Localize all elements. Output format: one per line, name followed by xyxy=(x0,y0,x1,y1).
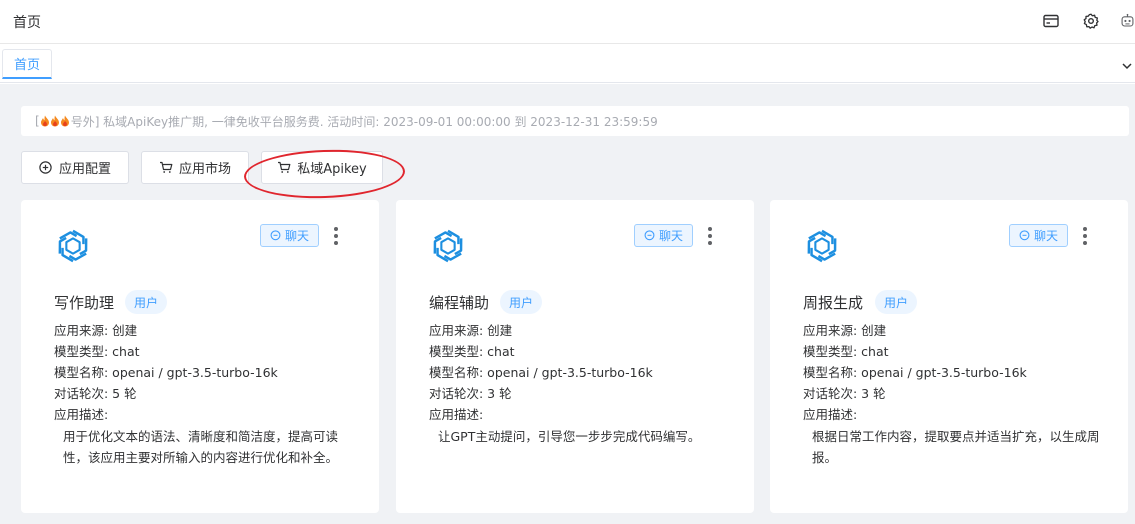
chevron-down-icon[interactable] xyxy=(1121,57,1133,70)
flame-icon xyxy=(60,115,69,127)
dialog-rounds: 对话轮次: 5 轮 xyxy=(54,386,137,401)
tab-label: 首页 xyxy=(14,58,41,73)
private-apikey-button[interactable]: 私域Apikey xyxy=(261,151,383,184)
app-info: 应用来源: 创建 模型类型: chat 模型名称: openai / gpt-3… xyxy=(429,320,653,425)
user-tag: 用户 xyxy=(500,290,543,314)
app-info: 应用来源: 创建 模型类型: chat 模型名称: openai / gpt-3… xyxy=(54,320,278,425)
user-tag: 用户 xyxy=(875,290,918,314)
chat-tag-label: 聊天 xyxy=(285,229,310,243)
openai-logo-icon xyxy=(807,229,837,263)
app-card[interactable]: 聊天 周报生成 用户 应用来源: 创建 模型类型: chat 模型名称: ope… xyxy=(770,200,1128,513)
notice-text: 号外] 私域ApiKey推广期, 一律免收平台服务费. 活动时间: 2023-0… xyxy=(70,114,658,129)
chat-tag-label: 聊天 xyxy=(1034,229,1059,243)
cart-icon xyxy=(159,161,173,175)
app-card[interactable]: 聊天 写作助理 用户 应用来源: 创建 模型类型: chat 模型名称: ope… xyxy=(21,200,379,513)
chat-tag[interactable]: 聊天 xyxy=(1009,224,1069,247)
dialog-rounds: 对话轮次: 3 轮 xyxy=(803,386,886,401)
user-tag: 用户 xyxy=(125,290,168,314)
cart-icon xyxy=(277,161,291,175)
chat-bubble-icon xyxy=(1019,230,1030,241)
chat-bubble-icon xyxy=(270,230,281,241)
top-bar: 首页 xyxy=(0,0,1135,44)
model-name: 模型名称: openai / gpt-3.5-turbo-16k xyxy=(803,365,1027,380)
desc-label: 应用描述: xyxy=(54,407,109,422)
card-icon[interactable] xyxy=(1042,12,1060,30)
app-description: 根据日常工作内容，提取要点并适当扩充，以生成周报。 xyxy=(812,429,1100,465)
chat-tag-label: 聊天 xyxy=(659,229,684,243)
chat-tag[interactable]: 聊天 xyxy=(260,224,320,247)
app-source: 应用来源: 创建 xyxy=(429,323,513,338)
app-name: 编程辅助 xyxy=(429,294,490,312)
model-type: 模型类型: chat xyxy=(429,344,515,359)
more-menu-icon[interactable] xyxy=(707,225,713,247)
app-config-label: 应用配置 xyxy=(58,162,111,177)
app-source: 应用来源: 创建 xyxy=(803,323,887,338)
plus-circle-icon xyxy=(39,161,53,175)
chat-tag[interactable]: 聊天 xyxy=(634,224,694,247)
openai-logo-icon xyxy=(58,229,88,263)
app-card[interactable]: 聊天 编程辅助 用户 应用来源: 创建 模型类型: chat 模型名称: ope… xyxy=(396,200,754,513)
tabs-bar: 首页 xyxy=(0,45,1135,83)
desc-label: 应用描述: xyxy=(803,407,858,422)
flame-icon xyxy=(50,115,59,127)
app-source: 应用来源: 创建 xyxy=(54,323,138,338)
app-config-button[interactable]: 应用配置 xyxy=(21,151,129,184)
desc-label: 应用描述: xyxy=(429,407,484,422)
app-info: 应用来源: 创建 模型类型: chat 模型名称: openai / gpt-3… xyxy=(803,320,1027,425)
main-content: [ 号外] 私域ApiKey推广期, 一律免收平台服务费. 活动时间: 2023… xyxy=(0,84,1135,524)
model-type: 模型类型: chat xyxy=(54,344,140,359)
chat-bubble-icon xyxy=(644,230,655,241)
app-market-label: 应用市场 xyxy=(178,162,231,177)
app-name: 周报生成 xyxy=(803,294,864,312)
model-type: 模型类型: chat xyxy=(803,344,889,359)
model-name: 模型名称: openai / gpt-3.5-turbo-16k xyxy=(429,365,653,380)
app-name: 写作助理 xyxy=(54,294,115,312)
notice-banner: [ 号外] 私域ApiKey推广期, 一律免收平台服务费. 活动时间: 2023… xyxy=(21,106,1129,136)
model-name: 模型名称: openai / gpt-3.5-turbo-16k xyxy=(54,365,278,380)
tab-home[interactable]: 首页 xyxy=(2,49,53,79)
flame-icon xyxy=(40,115,49,127)
robot-icon[interactable] xyxy=(1120,12,1135,30)
app-market-button[interactable]: 应用市场 xyxy=(141,151,249,184)
page-title: 首页 xyxy=(13,15,41,31)
gear-icon[interactable] xyxy=(1082,12,1100,30)
dialog-rounds: 对话轮次: 3 轮 xyxy=(429,386,512,401)
app-description: 用于优化文本的语法、清晰度和简洁度，提高可读性，该应用主要对所输入的内容进行优化… xyxy=(63,429,339,465)
more-menu-icon[interactable] xyxy=(1082,225,1088,247)
flame-icons xyxy=(40,115,70,127)
openai-logo-icon xyxy=(433,229,463,263)
app-description: 让GPT主动提问，引导您一步步完成代码编写。 xyxy=(438,429,701,444)
more-menu-icon[interactable] xyxy=(333,225,339,247)
private-apikey-label: 私域Apikey xyxy=(297,162,367,177)
